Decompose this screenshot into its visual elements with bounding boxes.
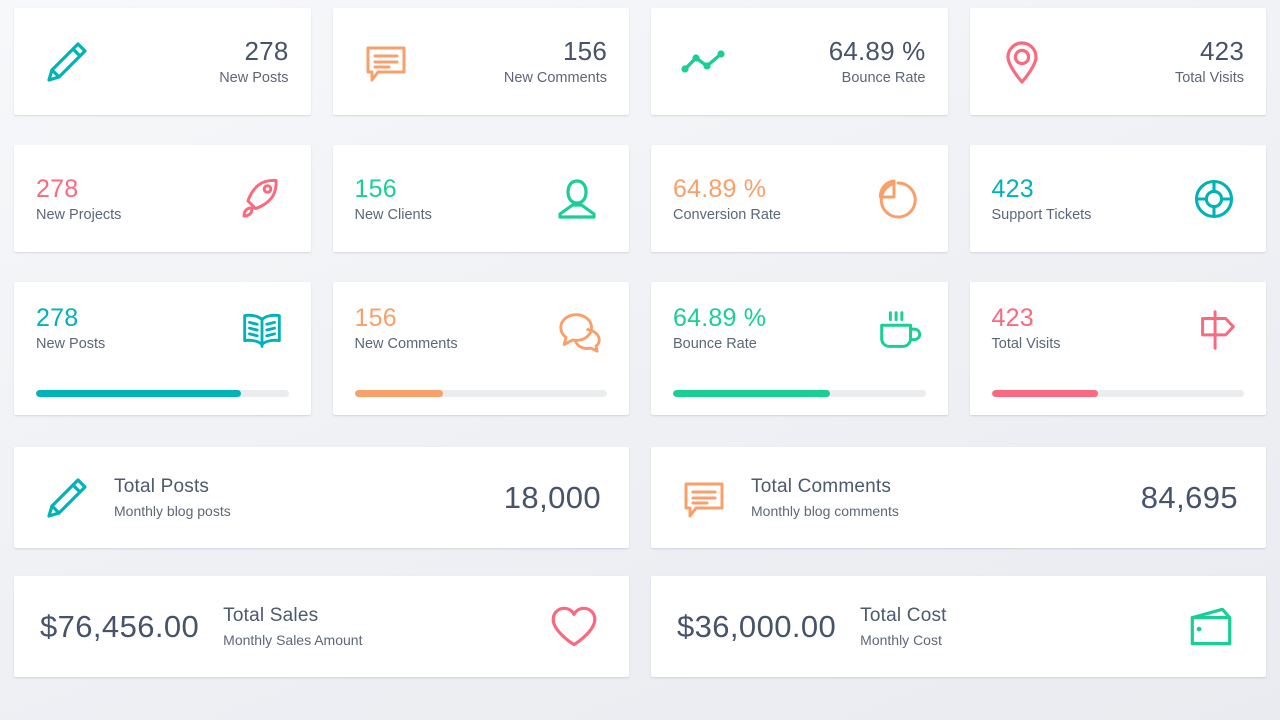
stat-value: 156 bbox=[354, 304, 397, 332]
stat-label: New Projects bbox=[36, 206, 122, 223]
stat-card-total-visits-progress[interactable]: 423 Total Visits bbox=[969, 282, 1266, 415]
stat-label: New Clients bbox=[354, 206, 432, 223]
stats-row-basic: 278 New Posts 156 New Comments 64.89 % B… bbox=[14, 8, 1266, 115]
money-value: $76,456.00 bbox=[40, 608, 200, 644]
user-icon bbox=[551, 173, 603, 225]
stat-value: 423 bbox=[991, 304, 1034, 332]
pencil-icon bbox=[40, 36, 92, 88]
rocket-icon bbox=[233, 173, 285, 225]
stats-row-progress: 278 New Posts 156 New Comments 64.89 % B… bbox=[14, 282, 1266, 415]
total-subtitle: Monthly blog comments bbox=[751, 503, 899, 519]
stat-label: Bounce Rate bbox=[673, 336, 757, 352]
open-book-icon bbox=[237, 306, 287, 356]
progress-fill bbox=[991, 390, 1098, 397]
money-subtitle: Monthly Sales Amount bbox=[223, 632, 363, 648]
stat-value: 423 bbox=[991, 174, 1034, 203]
chat-bubbles-icon bbox=[555, 306, 605, 356]
stat-value: 64.89 % bbox=[673, 174, 767, 203]
progress-fill bbox=[354, 390, 443, 397]
money-card-total-cost[interactable]: $36,000.00 Total Cost Monthly Cost bbox=[651, 576, 1266, 677]
coffee-cup-icon bbox=[874, 306, 924, 356]
stat-card-conversion-rate[interactable]: 64.89 % Conversion Rate bbox=[651, 145, 948, 252]
stat-label: New Comments bbox=[503, 69, 607, 86]
money-row: $76,456.00 Total Sales Monthly Sales Amo… bbox=[14, 576, 1266, 677]
stat-label: New Posts bbox=[36, 336, 106, 352]
money-card-total-sales[interactable]: $76,456.00 Total Sales Monthly Sales Amo… bbox=[14, 576, 629, 677]
money-subtitle: Monthly Cost bbox=[860, 632, 942, 648]
stat-label: Bounce Rate bbox=[841, 69, 926, 86]
total-title: Total Comments bbox=[751, 476, 892, 497]
stat-label: Conversion Rate bbox=[673, 206, 781, 223]
stat-label: Total Visits bbox=[991, 336, 1061, 352]
heart-icon bbox=[547, 600, 601, 654]
total-value: 18,000 bbox=[503, 479, 601, 515]
progress-fill bbox=[36, 390, 241, 397]
map-pin-icon bbox=[996, 36, 1048, 88]
stat-label: Total Visits bbox=[1174, 69, 1244, 86]
stat-card-new-comments[interactable]: 156 New Comments bbox=[332, 8, 629, 115]
comment-box-icon bbox=[677, 472, 729, 524]
stat-value: 64.89 % bbox=[673, 304, 767, 332]
signpost-icon bbox=[1192, 306, 1242, 356]
stat-value: 278 bbox=[36, 174, 79, 203]
stat-card-new-posts-progress[interactable]: 278 New Posts bbox=[14, 282, 311, 415]
money-title: Total Sales bbox=[223, 605, 319, 626]
total-value: 84,695 bbox=[1140, 479, 1238, 515]
progress-track bbox=[36, 390, 289, 397]
stat-value: 156 bbox=[354, 174, 397, 203]
total-title: Total Posts bbox=[114, 476, 210, 497]
wallet-icon bbox=[1184, 600, 1238, 654]
stat-card-support-tickets[interactable]: 423 Support Tickets bbox=[969, 145, 1266, 252]
progress-fill bbox=[673, 390, 830, 397]
totals-row: Total Posts Monthly blog posts 18,000 To… bbox=[14, 447, 1266, 548]
stats-row-reversed: 278 New Projects 156 New Clients 64.89 %… bbox=[14, 145, 1266, 252]
stat-card-bounce-rate[interactable]: 64.89 % Bounce Rate bbox=[651, 8, 948, 115]
stat-label: New Comments bbox=[354, 336, 458, 352]
stat-label: New Posts bbox=[219, 69, 289, 86]
line-chart-icon bbox=[677, 36, 729, 88]
total-card-comments[interactable]: Total Comments Monthly blog comments 84,… bbox=[651, 447, 1266, 548]
stat-label: Support Tickets bbox=[991, 206, 1092, 223]
stat-card-new-comments-progress[interactable]: 156 New Comments bbox=[332, 282, 629, 415]
pencil-icon bbox=[40, 472, 92, 524]
progress-track bbox=[673, 390, 926, 397]
progress-track bbox=[991, 390, 1244, 397]
life-ring-icon bbox=[1188, 173, 1240, 225]
stat-value: 156 bbox=[563, 36, 607, 67]
comment-box-icon bbox=[359, 36, 411, 88]
stat-card-new-projects[interactable]: 278 New Projects bbox=[14, 145, 311, 252]
total-card-posts[interactable]: Total Posts Monthly blog posts 18,000 bbox=[14, 447, 629, 548]
stat-value: 278 bbox=[36, 304, 79, 332]
progress-track bbox=[354, 390, 607, 397]
stat-value: 278 bbox=[244, 36, 289, 67]
total-subtitle: Monthly blog posts bbox=[114, 503, 231, 519]
stat-card-new-posts[interactable]: 278 New Posts bbox=[14, 8, 311, 115]
dashboard-page: 278 New Posts 156 New Comments 64.89 % B… bbox=[0, 0, 1280, 720]
stat-card-total-visits[interactable]: 423 Total Visits bbox=[969, 8, 1266, 115]
money-value: $36,000.00 bbox=[677, 608, 837, 644]
stat-value: 423 bbox=[1200, 36, 1244, 67]
pie-chart-icon bbox=[870, 173, 922, 225]
stat-card-new-clients[interactable]: 156 New Clients bbox=[332, 145, 629, 252]
money-title: Total Cost bbox=[860, 605, 947, 626]
stat-card-bounce-rate-progress[interactable]: 64.89 % Bounce Rate bbox=[651, 282, 948, 415]
stat-value: 64.89 % bbox=[828, 36, 926, 67]
